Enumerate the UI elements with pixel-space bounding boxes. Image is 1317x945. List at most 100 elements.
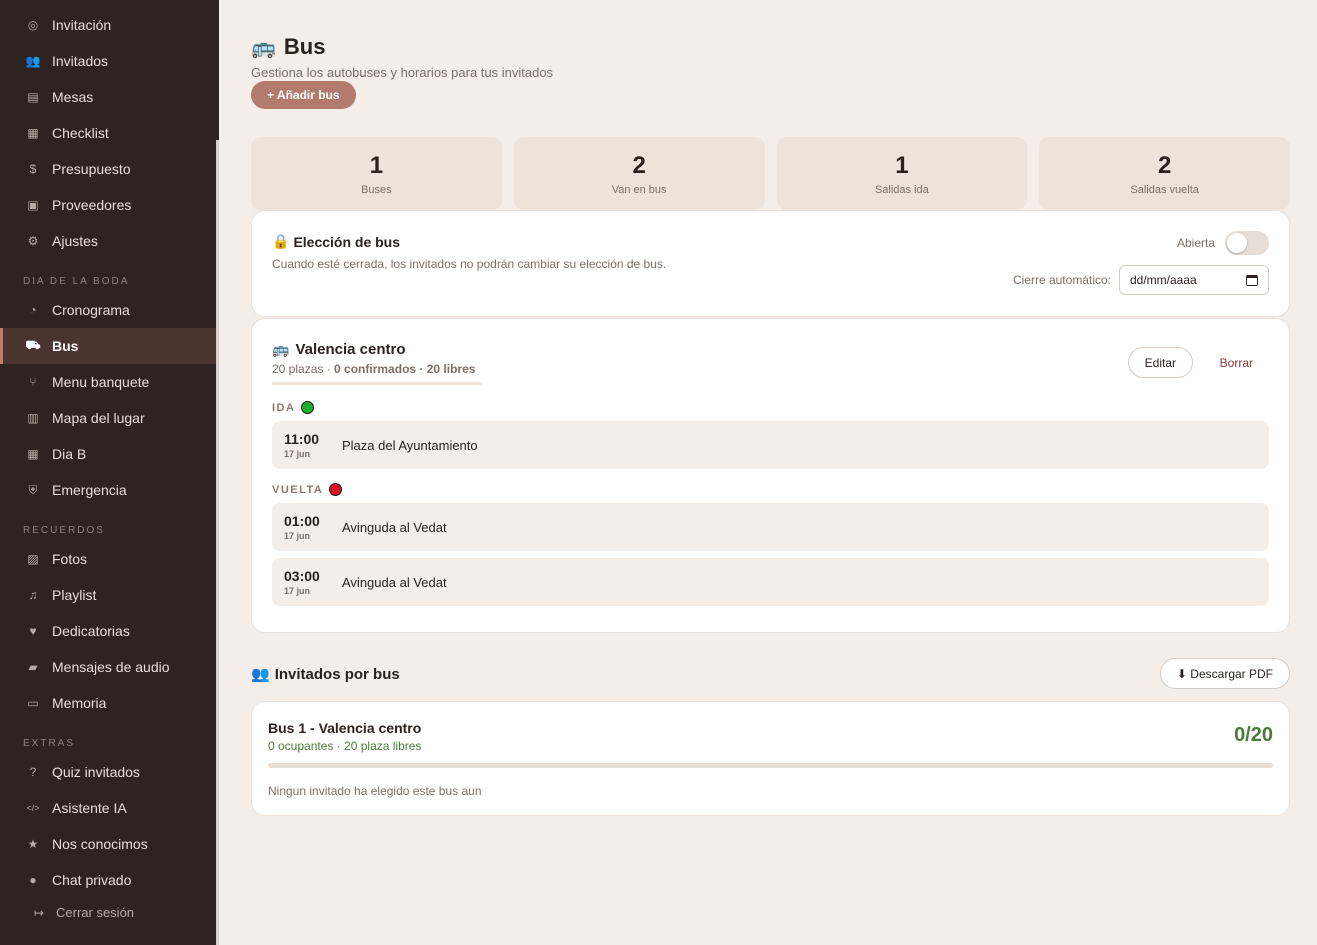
election-open-toggle[interactable]: [1225, 231, 1269, 255]
sidebar-item-label: Nos conocimos: [52, 836, 148, 852]
page-title-text: Bus: [283, 34, 326, 59]
sidebar-item-label: Memoria: [52, 695, 107, 711]
sidebar-item-label: Playlist: [52, 587, 97, 603]
bus-meta: 20 plazas · 0 confirmados · 20 libres: [272, 362, 476, 376]
money-icon: $: [29, 162, 37, 176]
logout-icon: ↦: [33, 905, 45, 920]
shield-icon: ⛨: [28, 482, 38, 497]
download-pdf-button[interactable]: ⬇ Descargar PDF: [1159, 658, 1290, 689]
election-title-text: Elección de bus: [293, 233, 401, 250]
stats-row: 1 Buses 2 Van en bus 1 Salidas ida 2 Salidas…: [251, 137, 1290, 210]
page-subtitle: Gestiona los autobuses y horarios para t…: [251, 65, 554, 80]
calendar-icon: ▦: [27, 447, 39, 461]
trip-place: Avinguda al Vedat: [342, 520, 447, 535]
truck-icon: ⛟: [25, 338, 41, 352]
sidebar-item-label: Ajustes: [52, 233, 98, 249]
book-icon: ▭: [27, 696, 39, 710]
lock-icon: 🔒: [272, 233, 290, 249]
bus-guests-count: 0/20: [1234, 724, 1273, 746]
stat-salidas-vuelta: 2 Salidas vuelta: [1039, 137, 1290, 210]
sidebar-item-label: Quiz invitados: [52, 764, 140, 780]
election-description: Cuando esté cerrada, los invitados no po…: [272, 257, 667, 271]
bus-name: 🚌 Valencia centro: [272, 341, 406, 358]
bus-card: 🚌 Valencia centro 20 plazas · 0 confirma…: [251, 318, 1290, 633]
trip-row: 03:00 17 jun Avinguda al Vedat: [272, 558, 1269, 606]
sidebar-item-ajustes[interactable]: ⚙ Ajustes: [0, 223, 216, 259]
bus-guests-meta: 0 ocupantes · 20 plaza libres: [268, 739, 422, 753]
sidebar-item-label: Invitados: [52, 53, 109, 69]
stat-value: 2: [1157, 151, 1172, 179]
delete-button[interactable]: Borrar: [1220, 347, 1253, 378]
sidebar-item-label: Mapa del lugar: [52, 410, 145, 426]
calendar-icon[interactable]: [1246, 274, 1258, 286]
page-title: 🚌 Bus: [251, 34, 325, 60]
sidebar-item-label: Mensajes de audio: [52, 659, 170, 675]
trip-row: 01:00 17 jun Avinguda al Vedat: [272, 503, 1269, 551]
sidebar-item-mensajes-audio[interactable]: ▰ Mensajes de audio: [0, 649, 216, 685]
clock-icon: ◔: [29, 303, 37, 317]
sidebar-item-playlist[interactable]: ♫ Playlist: [0, 577, 216, 613]
guests-title-text: Invitados por bus: [274, 665, 400, 683]
sidebar-item-bus[interactable]: ⛟ Bus: [0, 328, 216, 364]
sidebar-item-label: Dedicatorias: [52, 623, 130, 639]
sidebar-item-mesas[interactable]: ▤ Mesas: [0, 79, 216, 115]
stat-van-en-bus: 2 Van en bus: [513, 137, 765, 210]
sidebar-item-invitados[interactable]: 👥 Invitados: [0, 43, 216, 79]
sidebar-item-label: Fotos: [52, 551, 88, 567]
sidebar-item-label: Menu banquete: [52, 374, 150, 390]
sidebar-scrollbar[interactable]: [216, 140, 219, 945]
logout-button[interactable]: ↦ Cerrar sesión: [32, 905, 134, 920]
sidebar-item-presupuesto[interactable]: $ Presupuesto: [0, 151, 216, 187]
briefcase-icon: ▣: [27, 198, 39, 212]
stat-buses: 1 Buses: [251, 137, 502, 210]
edit-button[interactable]: Editar: [1127, 347, 1193, 378]
election-title: 🔒 Elección de bus: [272, 233, 400, 250]
auto-close-label: Cierre automático:: [1012, 273, 1111, 287]
section-label-memories: RECUERDOS: [23, 525, 105, 536]
music-icon: ♫: [28, 588, 38, 602]
sidebar-item-mapa[interactable]: ▥ Mapa del lugar: [0, 400, 216, 436]
sidebar-item-cronograma[interactable]: ◔ Cronograma: [0, 292, 216, 328]
add-bus-button[interactable]: + Añadir bus: [251, 81, 356, 109]
auto-close-date-input[interactable]: dd/mm/aaaa: [1119, 265, 1269, 295]
sidebar-item-checklist[interactable]: ▦ Checklist: [0, 115, 216, 151]
section-label-extras: EXTRAS: [23, 738, 76, 749]
question-icon: ?: [29, 765, 37, 779]
sidebar-item-proveedores[interactable]: ▣ Proveedores: [0, 187, 216, 223]
trip-row: 11:00 17 jun Plaza del Ayuntamiento: [272, 421, 1269, 469]
trip-date: 17 jun: [284, 449, 311, 459]
sidebar-item-emergencia[interactable]: ⛨ Emergencia: [0, 472, 216, 508]
vuelta-label-text: VUELTA: [272, 483, 324, 496]
table-icon: ▤: [27, 90, 39, 104]
vuelta-label: VUELTA: [272, 483, 343, 496]
ida-label: IDA: [272, 401, 315, 414]
map-icon: ▥: [27, 411, 39, 425]
globe-icon: ◎: [27, 18, 39, 32]
utensils-icon: ⑂: [29, 375, 37, 389]
red-circle-icon: [329, 483, 343, 496]
sidebar-item-nos-conocimos[interactable]: ★ Nos conocimos: [0, 826, 216, 862]
heart-icon: ♥: [29, 624, 37, 638]
gear-icon: ⚙: [27, 234, 39, 248]
sidebar-item-fotos[interactable]: ▨ Fotos: [0, 541, 216, 577]
ida-label-text: IDA: [272, 401, 296, 414]
sidebar-item-asistente-ia[interactable]: </> Asistente IA: [0, 790, 216, 826]
toggle-label: Abierta: [1176, 236, 1215, 250]
sidebar-item-quiz[interactable]: ? Quiz invitados: [0, 754, 216, 790]
sidebar-item-label: Asistente IA: [52, 800, 127, 816]
stat-label: Van en bus: [611, 183, 667, 196]
sidebar-item-chat-privado[interactable]: ● Chat privado: [0, 862, 216, 898]
bus-seats: 20 plazas: [272, 362, 324, 376]
trip-time: 01:00: [284, 513, 320, 529]
sidebar-item-invitacion[interactable]: ◎ Invitación: [0, 7, 216, 43]
sidebar-item-label: Dia B: [52, 446, 87, 462]
sidebar-item-menu-banquete[interactable]: ⑂ Menu banquete: [0, 364, 216, 400]
bus-name-text: Valencia centro: [295, 341, 406, 358]
sidebar-item-dia-b[interactable]: ▦ Dia B: [0, 436, 216, 472]
sidebar-item-memoria[interactable]: ▭ Memoria: [0, 685, 216, 721]
stat-label: Salidas vuelta: [1130, 183, 1199, 196]
stat-value: 1: [369, 151, 384, 179]
sidebar-item-dedicatorias[interactable]: ♥ Dedicatorias: [0, 613, 216, 649]
sidebar-item-label: Invitación: [52, 17, 112, 33]
sidebar-item-label: Proveedores: [52, 197, 132, 213]
